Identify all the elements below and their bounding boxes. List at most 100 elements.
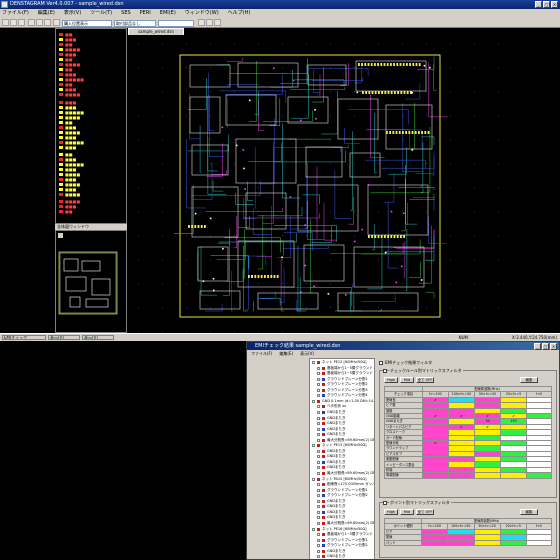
tree-result-item[interactable]: グラウンドプレーン分割2 — [310, 543, 374, 548]
zoom-icon[interactable] — [53, 19, 60, 26]
tree-result-item[interactable]: GNDまたぎ — [310, 410, 374, 415]
layer-color-swatch[interactable] — [59, 153, 63, 156]
layer-color-swatch[interactable] — [59, 83, 63, 86]
net-high-button[interactable]: High — [384, 377, 398, 383]
menu-help[interactable]: ヘルプ(H) — [228, 9, 251, 18]
layer-color-swatch[interactable] — [59, 158, 63, 161]
layer-color-swatch[interactable] — [59, 48, 63, 51]
matrix-cell[interactable] — [526, 472, 552, 479]
matrix-cell[interactable] — [499, 539, 527, 546]
item-checkbox[interactable] — [317, 366, 320, 370]
item-checkbox[interactable] — [317, 372, 320, 376]
tree-result-item[interactable]: 基板端から1~5層グラウンド — [310, 371, 374, 376]
tree-net-node[interactable]: ネット PE16 [60MHz/50Ω] — [310, 527, 374, 532]
document-tab[interactable]: sample_wired.dsn — [128, 28, 184, 35]
tree-result-item[interactable]: GNDまたぎ — [310, 515, 374, 520]
item-checkbox[interactable] — [317, 455, 320, 459]
matrix-cell[interactable] — [421, 539, 449, 546]
layer-color-swatch[interactable] — [59, 205, 63, 208]
layer-color-swatch[interactable] — [59, 53, 63, 56]
layer-color-swatch[interactable] — [59, 106, 63, 109]
tree-result-item[interactable]: GNDまたぎ — [310, 499, 374, 504]
save-icon[interactable] — [18, 19, 25, 26]
matrix-cell[interactable] — [422, 472, 449, 479]
overview-pane[interactable] — [55, 230, 127, 333]
tree-result-item[interactable]: 最大分割長=69.60mm(2) DM=20.80 — [310, 438, 374, 443]
layer-color-swatch[interactable] — [59, 111, 63, 114]
net-all-off-button[interactable]: 全て OFF — [416, 377, 434, 383]
layer-select[interactable] — [158, 20, 194, 27]
emi-result-tree[interactable]: ネット PE12 [60MHz/50Ω] 基板端から1~5層グラウンド 基板端から1… — [309, 358, 375, 559]
point-high-button[interactable]: High — [384, 509, 398, 515]
layer-color-swatch[interactable] — [59, 33, 63, 36]
tree-result-item[interactable]: グラウンドプレーン分割4 — [310, 393, 374, 398]
net-edit-button[interactable]: 編集 — [520, 377, 538, 383]
menu-ses[interactable]: SES — [121, 9, 131, 18]
item-checkbox[interactable] — [317, 433, 320, 437]
tree-net-node[interactable]: ネット PA10 [60MHz/50Ω] — [310, 477, 374, 482]
layer-color-swatch[interactable] — [59, 121, 63, 124]
expand-toggle-icon[interactable] — [312, 477, 315, 481]
item-checkbox[interactable] — [317, 516, 320, 520]
layer-color-swatch[interactable] — [59, 200, 63, 203]
menu-edit[interactable]: 編集(E) — [38, 9, 55, 18]
item-checkbox[interactable] — [317, 472, 320, 475]
net-filter-checkbox[interactable] — [383, 369, 387, 373]
tree-result-item[interactable]: グラウンドプレーン分割3 — [310, 388, 374, 393]
item-checkbox[interactable] — [317, 394, 320, 398]
item-checkbox[interactable] — [317, 427, 320, 431]
emi-close-button[interactable]: × — [550, 343, 557, 350]
matrix-cell[interactable] — [447, 539, 475, 546]
tree-result-item[interactable]: グラウンドプレーン分割1 — [310, 488, 374, 493]
layer-color-swatch[interactable] — [59, 126, 63, 129]
tree-result-item[interactable]: GNDまたぎ — [310, 465, 374, 470]
expand-toggle-icon[interactable] — [312, 444, 315, 448]
task-view-2[interactable]: 表示(V) — [82, 335, 114, 340]
layer-color-swatch[interactable] — [59, 43, 63, 46]
item-checkbox[interactable] — [317, 483, 320, 487]
menu-emi[interactable]: EMI(E) — [160, 9, 176, 18]
open-file-icon[interactable] — [10, 19, 17, 26]
menu-peri[interactable]: PERI — [140, 9, 151, 18]
tree-result-item[interactable]: グラウンドプレーン分割2 — [310, 382, 374, 387]
matrix-cell[interactable] — [500, 472, 528, 479]
select-tool-icon[interactable] — [198, 19, 205, 26]
menu-tools[interactable]: ツール(T) — [90, 9, 112, 18]
layer-color-swatch[interactable] — [59, 173, 63, 176]
emi-maximize-button[interactable]: □ — [542, 343, 549, 350]
layer-color-swatch[interactable] — [59, 73, 63, 76]
item-checkbox[interactable] — [317, 538, 320, 542]
layer-color-swatch[interactable] — [59, 93, 63, 96]
tree-result-item[interactable]: GNDまたぎ — [310, 427, 374, 432]
item-checkbox[interactable] — [317, 505, 320, 509]
new-file-icon[interactable] — [2, 19, 9, 26]
layer-color-swatch[interactable] — [59, 63, 63, 66]
close-button[interactable]: × — [551, 1, 558, 8]
layer-tree-pane[interactable]: ■■ ■■■ ■■ ■■■■ ■■■ ■■ ■■■■ ■■ ■■■ ■■■■■ … — [55, 28, 127, 224]
pcb-canvas[interactable] — [128, 35, 500, 333]
paste-icon[interactable] — [44, 19, 51, 26]
item-checkbox[interactable] — [317, 449, 320, 453]
item-checkbox[interactable] — [317, 544, 320, 548]
task-view-1[interactable]: 表示(V) — [48, 335, 80, 340]
item-checkbox[interactable] — [317, 488, 320, 492]
overview-menu-icon[interactable] — [58, 233, 63, 238]
filter-enable-checkbox[interactable] — [379, 361, 383, 365]
layer-color-swatch[interactable] — [59, 141, 63, 144]
layer-color-swatch[interactable] — [59, 88, 63, 91]
layer-color-swatch[interactable] — [59, 193, 63, 196]
tree-net-node[interactable]: ネット PE13 [60MHz/50Ω] — [310, 443, 374, 448]
layer-color-swatch[interactable] — [59, 210, 63, 213]
menu-view[interactable]: 表示(V) — [64, 9, 81, 18]
minimize-button[interactable]: _ — [535, 1, 542, 8]
display-mode-select[interactable]: 購入位置表示 — [62, 20, 112, 27]
item-checkbox[interactable] — [317, 377, 320, 381]
tree-result-item[interactable]: 基板端から1~5層グラウンド — [310, 366, 374, 371]
expand-toggle-icon[interactable] — [312, 527, 315, 531]
layer-color-swatch[interactable] — [59, 131, 63, 134]
layer-color-swatch[interactable] — [59, 58, 63, 61]
tree-result-item[interactable]: GNDまたぎ — [310, 504, 374, 509]
item-checkbox[interactable] — [317, 494, 320, 498]
item-checkbox[interactable] — [317, 533, 320, 537]
item-checkbox[interactable] — [317, 410, 320, 414]
